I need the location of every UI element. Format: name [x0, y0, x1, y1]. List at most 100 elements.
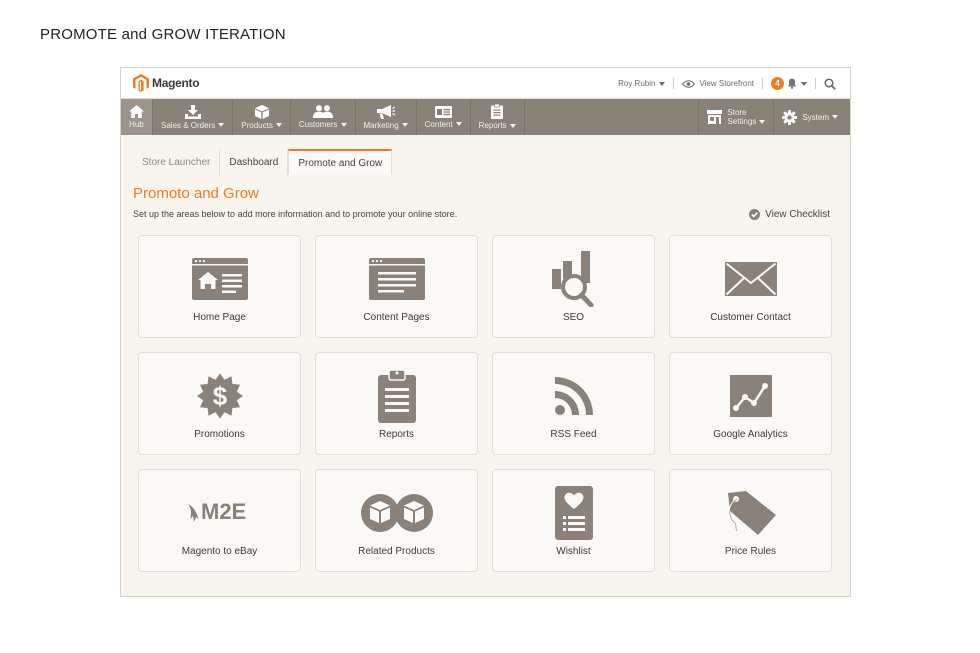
page-layout-icon [434, 105, 452, 118]
chevron-down-icon [759, 119, 766, 124]
nav-item-system[interactable]: System [773, 99, 850, 135]
check-circle-icon [749, 209, 761, 220]
card-label: Related Products [358, 546, 435, 557]
nav-item-customers[interactable]: Customers [291, 99, 356, 135]
card-label: Price Rules [724, 546, 777, 557]
chevron-down-icon [275, 123, 282, 128]
chevron-down-icon [218, 123, 225, 128]
envelope-icon [724, 262, 777, 296]
app-window: Magento Roy Rubin View Storefront 4 Hub [120, 67, 851, 597]
page-title: Promoto and Grow [133, 185, 259, 202]
download-tray-icon [184, 104, 201, 119]
content-pages-icon [368, 258, 425, 300]
card-content-pages[interactable]: Content Pages [315, 235, 478, 338]
home-icon [129, 105, 144, 118]
nav-item-content[interactable]: Content [417, 99, 471, 135]
seo-icon [551, 251, 593, 307]
card-google-analytics[interactable]: Google Analytics [669, 352, 832, 455]
card-label: Promotions [194, 429, 245, 440]
card-seo[interactable]: SEO [492, 235, 655, 338]
m2e-logo-text: M2E [201, 499, 246, 524]
nav-item-hub[interactable]: Hub [121, 99, 153, 135]
two-boxes-icon [360, 494, 433, 532]
search-icon[interactable] [824, 77, 836, 90]
card-home-page[interactable]: Home Page [138, 235, 301, 338]
m2e-logo-icon: M2E [187, 499, 246, 524]
nav-item-label: Store Settings [727, 108, 766, 126]
notifications-button[interactable]: 4 [771, 77, 807, 90]
card-rss-feed[interactable]: RSS Feed [492, 352, 655, 455]
divider [673, 78, 675, 89]
view-storefront-label: View Storefront [699, 79, 754, 88]
eye-icon [682, 79, 696, 88]
people-icon [312, 105, 333, 118]
card-label: Customer Contact [710, 312, 791, 323]
chevron-down-icon [401, 123, 408, 128]
tab-dashboard[interactable]: Dashboard [220, 149, 289, 175]
user-menu[interactable]: Roy Rubin [618, 79, 666, 88]
gear-icon [782, 109, 798, 125]
nav-item-label: Reports [479, 121, 516, 130]
main-nav: Hub Sales & Orders Products Customers Ma… [121, 99, 850, 135]
nav-item-reports[interactable]: Reports [471, 99, 525, 135]
card-price-rules[interactable]: Price Rules [669, 469, 832, 572]
card-magento-to-ebay[interactable]: M2E Magento to eBay [138, 469, 301, 572]
nav-item-label: Customers [299, 120, 347, 129]
card-label: Home Page [193, 312, 246, 323]
magento-logo[interactable]: Magento [133, 74, 200, 92]
user-name: Roy Rubin [618, 79, 656, 88]
card-label: RSS Feed [550, 429, 597, 440]
card-label: Magento to eBay [181, 546, 258, 557]
card-promotions[interactable]: $ Promotions [138, 352, 301, 455]
page-tabs: Store Launcher Dashboard Promote and Gro… [133, 149, 393, 175]
tab-promote-and-grow[interactable]: Promote and Grow [288, 149, 393, 175]
chevron-down-icon [455, 122, 462, 127]
view-checklist-link[interactable]: View Checklist [749, 209, 830, 220]
nav-item-marketing[interactable]: Marketing [356, 99, 417, 135]
clipboard-icon [491, 104, 504, 119]
svg-text:$: $ [212, 381, 227, 411]
analytics-chart-icon [729, 375, 772, 417]
chevron-down-icon [832, 115, 838, 120]
rss-icon [554, 377, 593, 415]
view-checklist-label: View Checklist [765, 209, 830, 220]
logo-text: Magento [152, 76, 200, 90]
card-label: Google Analytics [713, 429, 788, 440]
home-page-icon [191, 258, 248, 300]
chevron-down-icon [801, 81, 807, 86]
page-subtitle: Set up the areas below to add more infor… [133, 209, 458, 219]
chevron-down-icon [659, 81, 666, 86]
price-tag-icon [727, 491, 776, 535]
nav-item-label: Sales & Orders [161, 121, 225, 130]
divider [815, 78, 816, 89]
tab-store-launcher[interactable]: Store Launcher [133, 149, 221, 175]
megaphone-icon [376, 104, 395, 119]
nav-item-label: Products [241, 121, 282, 130]
notification-count-badge: 4 [771, 77, 784, 90]
page-caption: PROMOTE and GROW ITERATION [40, 26, 286, 43]
view-storefront-link[interactable]: View Storefront [682, 79, 754, 88]
card-wishlist[interactable]: Wishlist [492, 469, 655, 572]
dollar-badge-icon: $ [196, 373, 243, 419]
card-customer-contact[interactable]: Customer Contact [669, 235, 832, 338]
nav-right-group: Store Settings System [698, 99, 850, 135]
nav-item-label: Content [425, 120, 462, 129]
nav-item-label: Hub [129, 120, 144, 129]
bell-icon [787, 78, 797, 89]
divider [762, 78, 763, 89]
nav-item-store-settings[interactable]: Store Settings [698, 99, 773, 135]
card-label: Content Pages [363, 312, 430, 323]
clipboard-icon [377, 369, 416, 423]
magento-logo-icon [133, 74, 149, 92]
top-bar: Magento Roy Rubin View Storefront 4 [121, 68, 850, 99]
chevron-down-icon [340, 122, 347, 127]
box-icon [254, 104, 269, 119]
card-reports[interactable]: Reports [315, 352, 478, 455]
card-label: Wishlist [556, 546, 591, 557]
wishlist-icon [554, 486, 593, 540]
nav-item-products[interactable]: Products [233, 99, 291, 135]
card-related-products[interactable]: Related Products [315, 469, 478, 572]
storefront-icon [707, 110, 723, 124]
nav-item-sales-orders[interactable]: Sales & Orders [153, 99, 234, 135]
nav-item-label: Marketing [364, 121, 408, 130]
